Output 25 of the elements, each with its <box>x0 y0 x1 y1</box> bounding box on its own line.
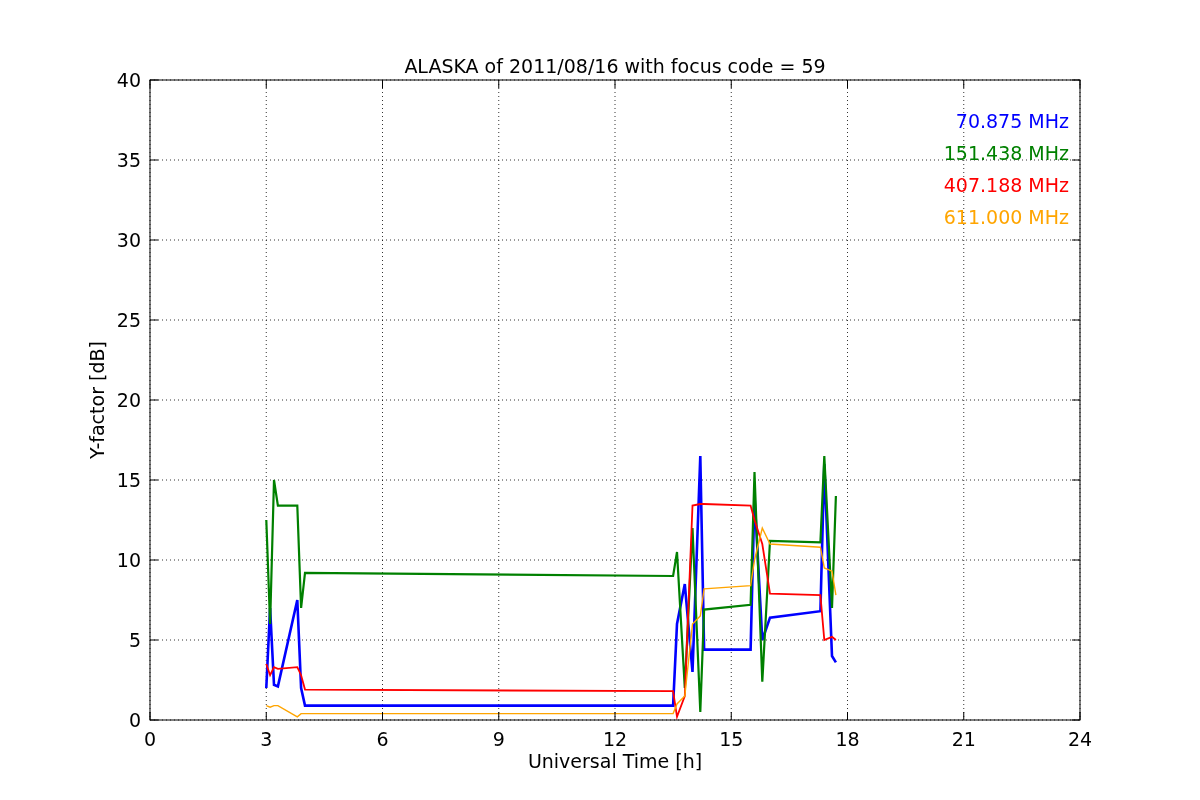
chart-title: ALASKA of 2011/08/16 with focus code = 59 <box>404 55 826 77</box>
y-tick-label: 15 <box>116 469 141 491</box>
y-tick-label: 20 <box>116 389 141 411</box>
x-tick-label: 9 <box>492 728 505 750</box>
x-tick-label: 24 <box>1067 728 1093 750</box>
x-tick-label: 3 <box>260 728 273 750</box>
y-tick-label: 35 <box>116 149 141 171</box>
y-tick-label: 40 <box>116 69 141 91</box>
y-tick-label: 10 <box>116 549 141 571</box>
x-tick-label: 21 <box>951 728 976 750</box>
x-axis-title: Universal Time [h] <box>527 750 703 772</box>
legend-label: 70.875 MHz <box>955 110 1069 132</box>
x-tick-label: 15 <box>719 728 744 750</box>
y-tick-label: 30 <box>116 229 141 251</box>
legend-label: 407.188 MHz <box>943 174 1069 196</box>
x-tick-label: 0 <box>143 728 157 750</box>
y-tick-label: 0 <box>128 709 141 731</box>
legend-label: 151.438 MHz <box>943 142 1069 164</box>
x-tick-label: 6 <box>376 728 389 750</box>
x-tick-label: 18 <box>835 728 860 750</box>
y-tick-label: 5 <box>128 629 141 651</box>
y-axis-title: Y-factor [dB] <box>86 341 108 459</box>
y-tick-label: 25 <box>116 309 141 331</box>
x-tick-label: 12 <box>602 728 628 750</box>
legend-label: 611.000 MHz <box>943 206 1069 228</box>
